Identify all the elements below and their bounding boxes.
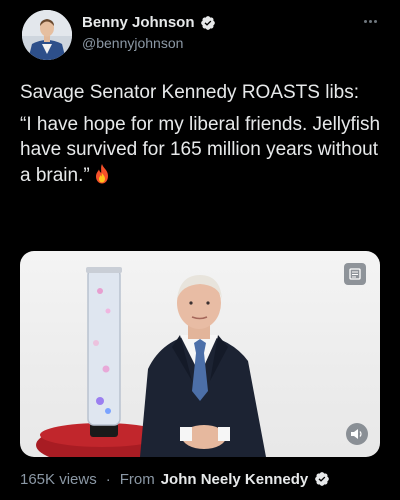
author-handle[interactable]: @bennyjohnson	[82, 35, 216, 51]
tweet-quote-text: “I have hope for my liberal friends. Jel…	[20, 113, 381, 186]
view-count: 165K views	[20, 470, 97, 488]
tweet-footer: 165K views · From John Neely Kennedy	[20, 468, 380, 490]
tweet: Benny Johnson @bennyjohnson Savage Senat…	[0, 0, 400, 500]
tweet-quote: “I have hope for my liberal friends. Jel…	[20, 112, 385, 189]
author-info: Benny Johnson @bennyjohnson	[82, 14, 216, 51]
source-verified-badge-icon	[315, 472, 330, 486]
avatar[interactable]	[22, 10, 72, 60]
video-frame	[36, 267, 266, 457]
tweet-header: Benny Johnson @bennyjohnson	[20, 8, 380, 64]
sound-icon[interactable]	[346, 423, 368, 445]
document-icon[interactable]	[344, 263, 366, 285]
sound-icon-glyph	[351, 429, 362, 439]
verified-badge-icon	[200, 15, 215, 30]
tweet-text: Savage Senator Kennedy ROASTS libs: “I h…	[20, 80, 385, 194]
from-label: From	[119, 470, 155, 488]
footer-separator: ·	[105, 470, 111, 488]
tweet-text-line1: Savage Senator Kennedy ROASTS libs:	[20, 82, 360, 103]
avatar-image	[22, 10, 72, 60]
source-account-link[interactable]: John Neely Kennedy	[161, 471, 309, 488]
more-icon[interactable]	[360, 14, 380, 28]
author-display-name[interactable]: Benny Johnson	[82, 14, 195, 31]
author-name-row: Benny Johnson	[82, 14, 216, 31]
fire-emoji-icon	[95, 163, 108, 183]
document-icon-glyph	[349, 268, 361, 280]
tweet-video[interactable]	[20, 251, 380, 457]
